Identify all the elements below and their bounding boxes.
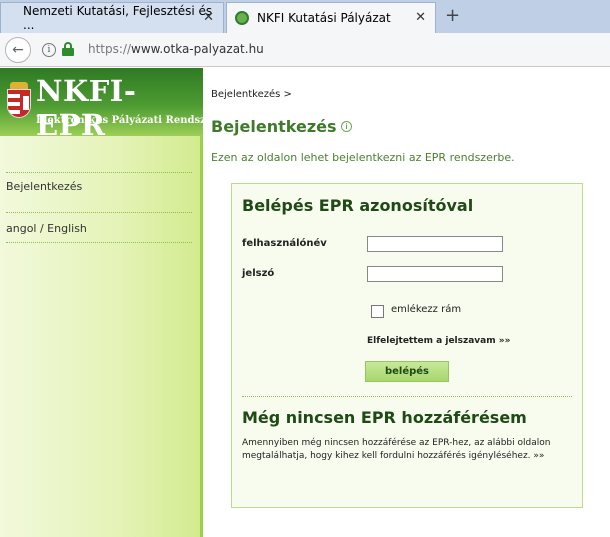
sidebar-divider <box>6 172 192 173</box>
sidebar: NKFI-EPR Elektronikus Pályázati Rendszer <box>0 68 217 537</box>
logo-title: NKFI-EPR <box>36 74 137 142</box>
url-bar[interactable]: https://www.otka-palyazat.hu <box>88 42 264 56</box>
forgot-password-link[interactable]: Elfelejtettem a jelszavam »» <box>367 336 510 346</box>
close-tab-icon[interactable]: ✕ <box>415 10 426 25</box>
panel-divider <box>242 396 572 397</box>
close-tab-icon[interactable]: ✕ <box>203 10 214 25</box>
no-access-title: Még nincsen EPR hozzáférésem <box>242 408 527 427</box>
url-protocol: https:// <box>88 42 132 56</box>
tab-strip: Nemzeti Kutatási, Fejlesztési és ... ✕ N… <box>0 0 610 33</box>
back-button[interactable]: ← <box>5 37 31 63</box>
url-host: www.otka-palyazat.hu <box>131 42 264 56</box>
breadcrumb: Bejelentkezés > <box>211 89 292 100</box>
site-favicon-icon <box>235 11 249 25</box>
tab-nkfih[interactable]: Nemzeti Kutatási, Fejlesztési és ... ✕ <box>0 2 224 33</box>
password-input[interactable] <box>367 266 503 282</box>
login-title: Belépés EPR azonosítóval <box>242 196 474 215</box>
hungarian-coat-of-arms-icon <box>7 82 31 118</box>
site-logo[interactable]: NKFI-EPR Elektronikus Pályázati Rendszer <box>0 68 217 142</box>
tab-label: Nemzeti Kutatási, Fejlesztési és ... <box>23 4 213 32</box>
tab-nkfi-palyazat[interactable]: NKFI Kutatási Pályázat ✕ <box>226 2 436 33</box>
navigation-bar: ← i https://www.otka-palyazat.hu <box>0 33 610 67</box>
remember-me-label[interactable]: emlékezz rám <box>391 304 461 315</box>
help-info-icon[interactable]: i <box>341 121 352 132</box>
tab-label: NKFI Kutatási Pályázat <box>257 11 391 25</box>
intro-text: Ezen az oldalon lehet bejelentkezni az E… <box>211 151 515 164</box>
page-title: Bejelentkezés <box>211 117 337 136</box>
sidebar-divider <box>6 212 192 213</box>
remember-me-checkbox[interactable] <box>371 305 384 318</box>
password-label: jelszó <box>242 268 275 279</box>
logo-subtitle: Elektronikus Pályázati Rendszer <box>36 115 218 126</box>
sidebar-divider <box>6 242 192 243</box>
info-icon[interactable]: i <box>42 43 56 57</box>
sidebar-item-bejelentkezes[interactable]: Bejelentkezés <box>6 180 82 193</box>
username-input[interactable] <box>367 236 503 252</box>
lock-icon[interactable] <box>62 42 74 56</box>
new-tab-icon[interactable]: + <box>445 5 460 26</box>
arrow-left-icon: ← <box>12 42 24 58</box>
username-label: felhasználónév <box>242 238 327 249</box>
no-access-text[interactable]: Amennyiben még nincsen hozzáférése az EP… <box>242 437 567 463</box>
sidebar-item-english[interactable]: angol / English <box>6 222 87 235</box>
login-button[interactable]: belépés <box>365 361 449 382</box>
